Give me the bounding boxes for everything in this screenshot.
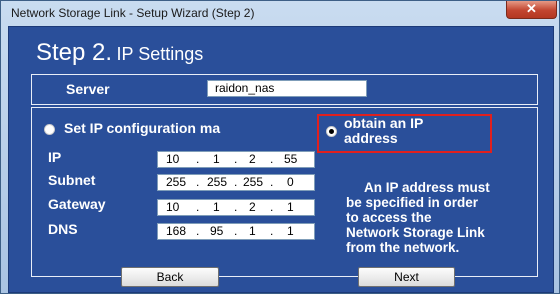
gateway-label: Gateway [48, 196, 106, 212]
title-bar: Network Storage Link - Setup Wizard (Ste… [1, 1, 559, 25]
ip-info-text: An IP address must be specified in order… [346, 180, 531, 255]
manual-ip-radio[interactable] [44, 124, 55, 135]
subnet-label: Subnet [48, 172, 96, 188]
octet-4: 1 [287, 200, 294, 214]
octet-1: 255 [166, 175, 187, 189]
setup-wizard-window: Network Storage Link - Setup Wizard (Ste… [0, 0, 560, 294]
obtain-ip-label-line1: obtain an IP [344, 115, 424, 131]
ip-address-input[interactable]: 10 . 1 . 2 . 55 [157, 151, 315, 168]
info-line: be specified in order [346, 195, 479, 210]
octet-3: 255 [243, 175, 264, 189]
next-button[interactable]: Next [358, 267, 455, 287]
octet-3: 2 [249, 200, 256, 214]
step-number: Step 2. [36, 39, 113, 66]
info-line: Network Storage Link [346, 225, 485, 240]
octet-3: 1 [249, 224, 256, 238]
manual-ip-label: Set IP configuration ma [64, 120, 221, 136]
back-button[interactable]: Back [121, 267, 219, 287]
page-title: Step 2. IP Settings [36, 39, 203, 67]
octet-4: 1 [287, 224, 294, 238]
octet-1: 10 [166, 152, 180, 166]
info-line: to access the [346, 210, 432, 225]
octet-1: 10 [166, 200, 180, 214]
octet-4: 0 [287, 175, 294, 189]
server-panel: Server raidon_nas [31, 74, 538, 105]
step-subtitle: IP Settings [116, 44, 204, 64]
wizard-content: Step 2. IP Settings Server raidon_nas Se… [8, 26, 554, 293]
octet-2: 1 [213, 200, 220, 214]
window-title: Network Storage Link - Setup Wizard (Ste… [11, 6, 255, 20]
octet-2: 95 [210, 224, 224, 238]
server-name-input[interactable]: raidon_nas [207, 80, 367, 97]
ip-settings-panel: Set IP configuration ma obtain an IP add… [31, 107, 538, 277]
octet-4: 55 [284, 152, 298, 166]
dns-input[interactable]: 168 . 95 . 1 . 1 [157, 223, 315, 240]
dns-label: DNS [48, 221, 78, 237]
info-line: from the network. [346, 240, 460, 255]
obtain-ip-radio[interactable] [326, 126, 337, 137]
octet-3: 2 [249, 152, 256, 166]
octet-2: 1 [213, 152, 220, 166]
server-label: Server [66, 81, 110, 97]
subnet-input[interactable]: 255 . 255 . 255 . 0 [157, 174, 315, 191]
info-line: An IP address must [364, 180, 490, 195]
octet-2: 255 [207, 175, 228, 189]
ip-label: IP [48, 149, 62, 165]
obtain-ip-label-line2: address [344, 130, 398, 146]
close-button[interactable]: ✕ [506, 1, 557, 19]
octet-1: 168 [166, 224, 187, 238]
gateway-input[interactable]: 10 . 1 . 2 . 1 [157, 199, 315, 216]
